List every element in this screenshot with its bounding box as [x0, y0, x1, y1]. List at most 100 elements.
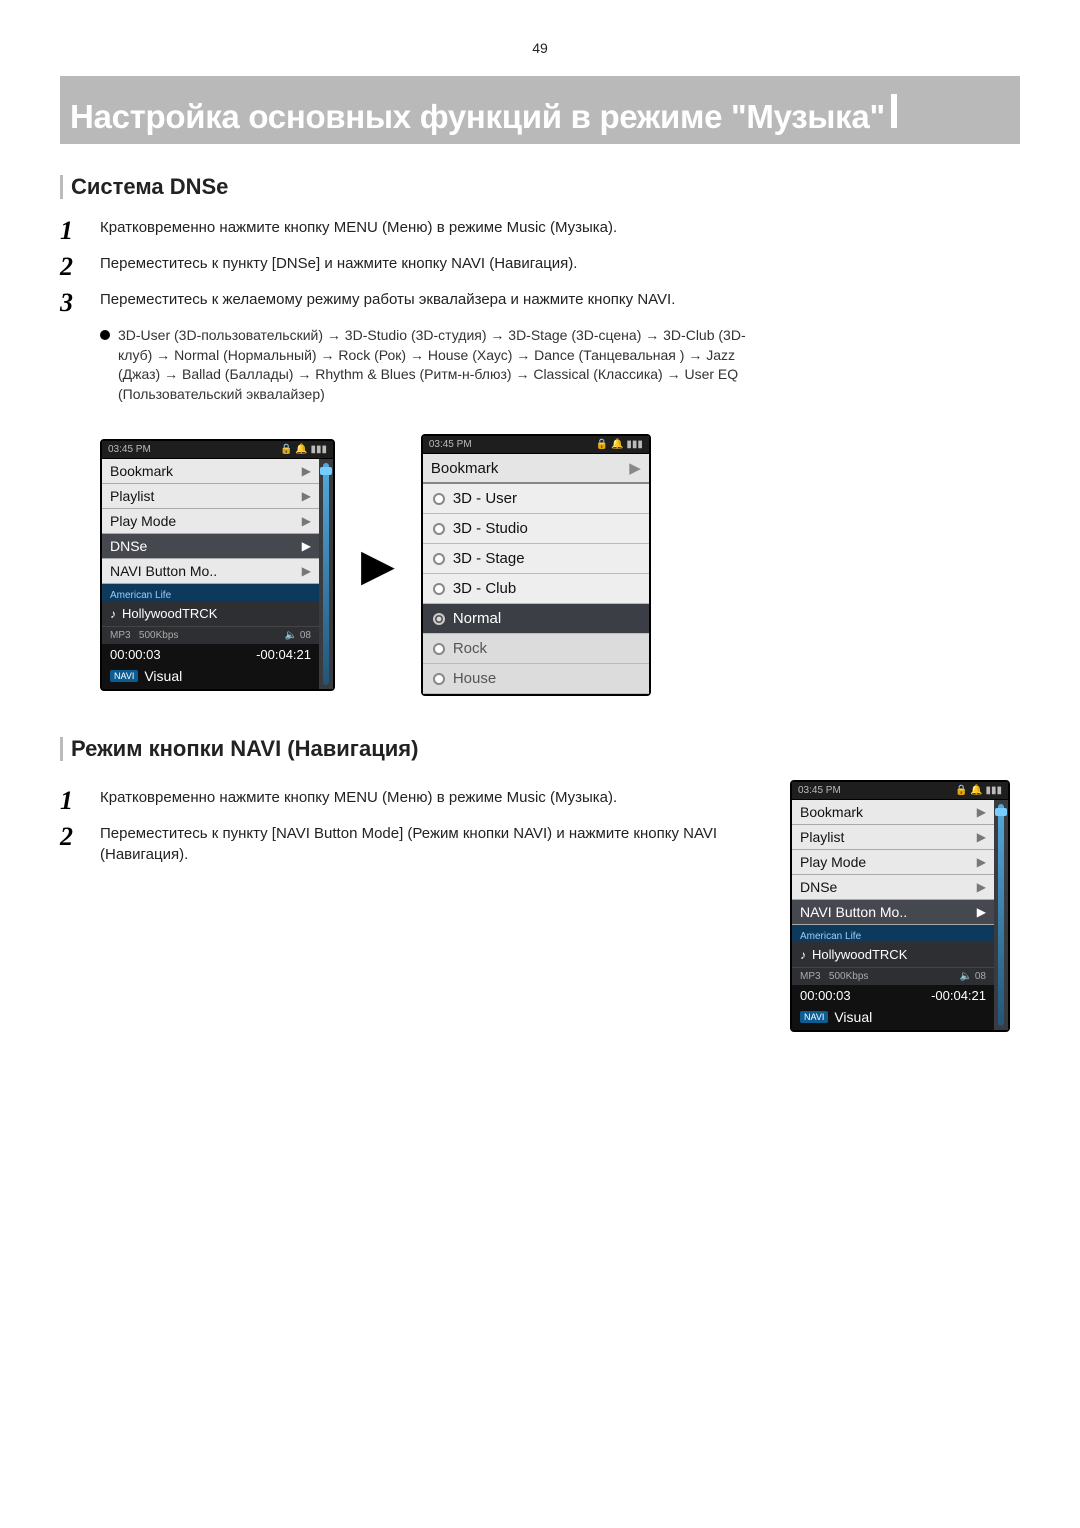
- device-statusbar: 03:45 PM 🔒 🔔 ▮▮▮: [792, 782, 1008, 800]
- volume-slider[interactable]: [319, 459, 333, 689]
- status-icons: 🔒 🔔 ▮▮▮: [596, 439, 643, 450]
- option-label: Normal: [453, 610, 501, 627]
- section-heading-navi: Режим кнопки NAVI (Навигация): [60, 736, 1020, 762]
- volume-indicator: 🔈 08: [285, 630, 311, 641]
- screenshots-row: 03:45 PM 🔒 🔔 ▮▮▮ Bookmark ▶ Playlist ▶: [100, 434, 1020, 696]
- bitrate-label: 500Kbps: [829, 971, 868, 982]
- chevron-right-icon: ▶: [302, 464, 311, 478]
- menu-item-label: Play Mode: [800, 854, 866, 870]
- codec-line: MP3 500Kbps 🔈 08: [102, 626, 319, 644]
- radio-icon: [433, 523, 445, 535]
- menu-item-bookmark[interactable]: Bookmark ▶: [792, 800, 994, 825]
- device-menu-screenshot: 03:45 PM 🔒 🔔 ▮▮▮ Bookmark ▶ Playlist ▶: [100, 439, 335, 691]
- device-navi-mode-screenshot: 03:45 PM 🔒 🔔 ▮▮▮ Bookmark ▶ Playlist ▶: [790, 780, 1010, 1032]
- option-label: 3D - User: [453, 490, 517, 507]
- time-remaining: -00:04:21: [256, 647, 311, 662]
- step-number: 1: [60, 788, 100, 814]
- arrow-right-icon: ▶: [361, 540, 395, 591]
- option-3d-stage[interactable]: 3D - Stage: [423, 544, 649, 574]
- eq-modes-bullet: 3D-User (3D-пользовательский) → 3D-Studi…: [100, 326, 1020, 404]
- codec-line: MP3 500Kbps 🔈 08: [792, 967, 994, 985]
- option-3d-studio[interactable]: 3D - Studio: [423, 514, 649, 544]
- time-remaining: -00:04:21: [931, 988, 986, 1003]
- bottom-bar: NAVI Visual: [102, 665, 319, 689]
- radio-icon: [433, 493, 445, 505]
- music-note-icon: ♪: [800, 948, 806, 962]
- menu-item-playmode[interactable]: Play Mode ▶: [792, 850, 994, 875]
- partial-track-label: American Life: [102, 590, 319, 601]
- chevron-right-icon: ▶: [977, 855, 986, 869]
- heading-text: Режим кнопки NAVI (Навигация): [71, 736, 418, 762]
- device-menu-list: Bookmark ▶ Playlist ▶ Play Mode ▶ DNSe: [792, 800, 994, 925]
- page-number: 49: [60, 40, 1020, 56]
- banner-title: Настройка основных функций в режиме "Муз…: [70, 98, 885, 136]
- step-text: Переместитесь к пункту [DNSe] и нажмите …: [100, 254, 577, 280]
- section-heading-dnse: Система DNSe: [60, 174, 1020, 200]
- visual-label: Visual: [144, 668, 182, 684]
- option-house[interactable]: House: [423, 664, 649, 694]
- menu-item-playmode[interactable]: Play Mode ▶: [102, 509, 319, 534]
- heading-bar-icon: [60, 175, 63, 199]
- navi-badge: NAVI: [800, 1011, 828, 1023]
- track-title: HollywoodTRCK: [122, 606, 217, 621]
- status-icons: 🔒 🔔 ▮▮▮: [955, 785, 1002, 796]
- step-number: 2: [60, 254, 100, 280]
- radio-icon: [433, 643, 445, 655]
- page-banner: Настройка основных функций в режиме "Муз…: [60, 88, 1020, 144]
- option-normal[interactable]: Normal: [423, 604, 649, 634]
- option-label: House: [453, 670, 496, 687]
- radio-icon: [433, 583, 445, 595]
- menu-item-playlist[interactable]: Playlist ▶: [102, 484, 319, 509]
- heading-text: Система DNSe: [71, 174, 228, 200]
- volume-indicator: 🔈 08: [960, 971, 986, 982]
- partial-track-label: American Life: [792, 931, 994, 942]
- music-note-icon: ♪: [110, 607, 116, 621]
- visual-label: Visual: [834, 1009, 872, 1025]
- bullet-text: 3D-User (3D-пользовательский) → 3D-Studi…: [118, 326, 758, 404]
- step-text: Переместитесь к пункту [NAVI Button Mode…: [100, 824, 790, 865]
- option-rock[interactable]: Rock: [423, 634, 649, 664]
- radio-selected-icon: [433, 613, 445, 625]
- chevron-right-icon: ▶: [977, 905, 986, 919]
- options-header: Bookmark ▶: [423, 454, 649, 484]
- step-text: Кратковременно нажмите кнопку MENU (Меню…: [100, 788, 617, 814]
- device-menu-list: Bookmark ▶ Playlist ▶ Play Mode ▶ DNSe: [102, 459, 319, 584]
- option-3d-club[interactable]: 3D - Club: [423, 574, 649, 604]
- menu-item-dnse[interactable]: DNSe ▶: [102, 534, 319, 559]
- codec-label: MP3: [800, 971, 821, 982]
- dnse-options-list: 3D - User 3D - Studio 3D - Stage 3D - Cl…: [423, 484, 649, 694]
- track-title: HollywoodTRCK: [812, 947, 907, 962]
- time-line: 00:00:03 -00:04:21: [792, 985, 994, 1006]
- menu-item-bookmark[interactable]: Bookmark ▶: [102, 459, 319, 484]
- chevron-right-icon: ▶: [302, 489, 311, 503]
- menu-item-dnse[interactable]: DNSe ▶: [792, 875, 994, 900]
- volume-slider[interactable]: [994, 800, 1008, 1030]
- step-text: Кратковременно нажмите кнопку MENU (Меню…: [100, 218, 617, 244]
- radio-icon: [433, 673, 445, 685]
- status-time: 03:45 PM: [429, 439, 472, 450]
- chevron-right-icon: ▶: [629, 459, 641, 477]
- now-playing-track: ♪ HollywoodTRCK: [792, 942, 994, 967]
- status-icons: 🔒 🔔 ▮▮▮: [280, 444, 327, 455]
- menu-item-navi-button-mode[interactable]: NAVI Button Mo.. ▶: [102, 559, 319, 584]
- slider-thumb-icon: [320, 467, 332, 475]
- radio-icon: [433, 553, 445, 565]
- step-number: 2: [60, 824, 100, 865]
- menu-item-label: Bookmark: [800, 804, 863, 820]
- menu-item-playlist[interactable]: Playlist ▶: [792, 825, 994, 850]
- step-2: 2 Переместитесь к пункту [DNSe] и нажмит…: [60, 254, 1020, 280]
- time-elapsed: 00:00:03: [110, 647, 161, 662]
- device-statusbar: 03:45 PM 🔒 🔔 ▮▮▮: [423, 436, 649, 454]
- now-playing-track: ♪ HollywoodTRCK: [102, 601, 319, 626]
- codec-label: MP3: [110, 630, 131, 641]
- menu-item-label: DNSe: [110, 538, 147, 554]
- option-3d-user[interactable]: 3D - User: [423, 484, 649, 514]
- time-line: 00:00:03 -00:04:21: [102, 644, 319, 665]
- menu-item-navi-button-mode[interactable]: NAVI Button Mo.. ▶: [792, 900, 994, 925]
- step-number: 3: [60, 290, 100, 316]
- navi-badge: NAVI: [110, 670, 138, 682]
- bullet-dot-icon: [100, 330, 110, 340]
- step-1: 1 Кратковременно нажмите кнопку MENU (Ме…: [60, 218, 1020, 244]
- option-label: 3D - Stage: [453, 550, 525, 567]
- header-strip: [60, 76, 1020, 88]
